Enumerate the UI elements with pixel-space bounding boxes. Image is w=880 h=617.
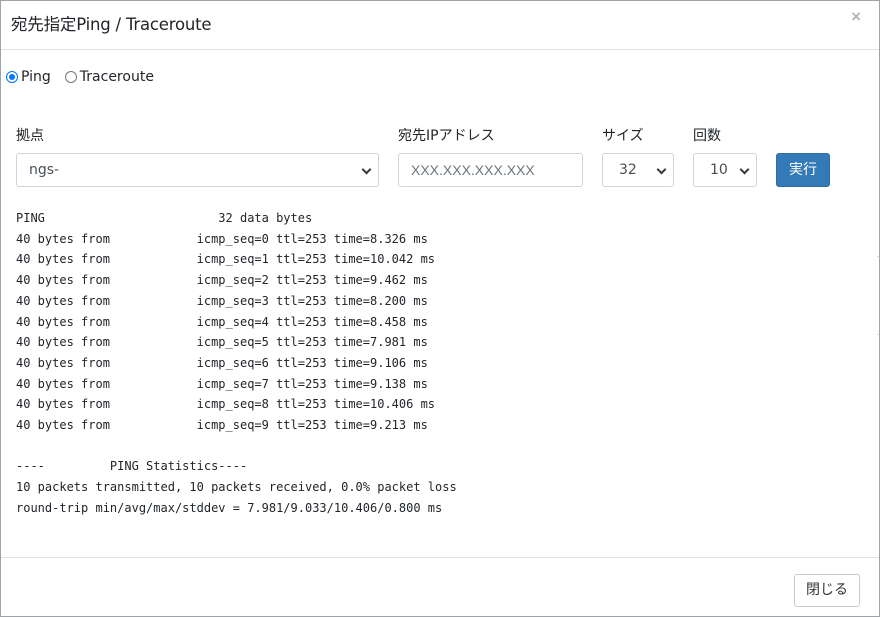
output-line: 40 bytes from icmp_seq=8 ttl=253 time=10… <box>16 397 436 412</box>
site-select-value: ngs- <box>29 162 60 178</box>
chevron-down-icon <box>739 164 750 175</box>
run-button[interactable]: 実行 <box>776 153 830 187</box>
output-line: 40 bytes from icmp_seq=1 ttl=253 time=10… <box>16 252 436 267</box>
size-select-value: 32 <box>619 162 637 178</box>
close-button[interactable]: 閉じる <box>794 574 860 607</box>
radio-traceroute-indicator[interactable] <box>64 71 77 83</box>
output-line: 40 bytes from icmp_seq=5 ttl=253 time=7.… <box>16 335 428 350</box>
dest-ip-input[interactable] <box>398 153 583 187</box>
divider <box>877 334 879 335</box>
output-line: 40 bytes from icmp_seq=2 ttl=253 time=9.… <box>16 273 428 288</box>
output-line: 40 bytes from icmp_seq=9 ttl=253 time=9.… <box>16 418 428 433</box>
chevron-down-icon <box>656 164 667 175</box>
output-line: round-trip min/avg/max/stddev = 7.981/9.… <box>16 500 443 515</box>
footer-divider <box>1 557 879 558</box>
dest-ip-label: 宛先IPアドレス <box>398 128 495 144</box>
radio-traceroute[interactable]: Traceroute <box>64 69 154 85</box>
radio-ping[interactable]: Ping <box>6 69 51 85</box>
mode-radio-group: Ping Traceroute <box>6 69 168 85</box>
site-label: 拠点 <box>16 128 44 144</box>
divider <box>877 256 879 257</box>
count-label: 回数 <box>693 128 721 144</box>
close-icon[interactable]: × <box>851 7 861 27</box>
count-select-value: 10 <box>710 162 728 178</box>
count-select[interactable]: 10 <box>693 153 757 187</box>
output-line: 10 packets transmitted, 10 packets recei… <box>16 480 457 495</box>
output-line: 40 bytes from icmp_seq=7 ttl=253 time=9.… <box>16 376 428 391</box>
site-select[interactable]: ngs- <box>16 153 379 187</box>
radio-ping-label: Ping <box>21 69 51 85</box>
size-label: サイズ <box>602 128 644 144</box>
ping-output: PING 32 data bytes 40 bytes from icmp_seq… <box>16 208 457 519</box>
output-line: 40 bytes from icmp_seq=3 ttl=253 time=8.… <box>16 293 428 308</box>
ping-traceroute-dialog: 宛先指定Ping / Traceroute × Ping Traceroute … <box>0 0 880 617</box>
radio-ping-indicator[interactable] <box>6 71 18 83</box>
output-line: PING 32 data bytes <box>16 211 313 225</box>
dialog-title: 宛先指定Ping / Traceroute <box>11 15 212 34</box>
dialog-header: 宛先指定Ping / Traceroute × <box>1 1 879 50</box>
output-line: ---- PING Statistics---- <box>16 459 248 474</box>
chevron-down-icon <box>361 164 372 175</box>
output-line: 40 bytes from icmp_seq=4 ttl=253 time=8.… <box>16 314 428 329</box>
output-line: 40 bytes from icmp_seq=6 ttl=253 time=9.… <box>16 355 428 370</box>
output-line: 40 bytes from icmp_seq=0 ttl=253 time=8.… <box>16 231 428 246</box>
radio-traceroute-label: Traceroute <box>79 69 154 85</box>
size-select[interactable]: 32 <box>602 153 674 187</box>
